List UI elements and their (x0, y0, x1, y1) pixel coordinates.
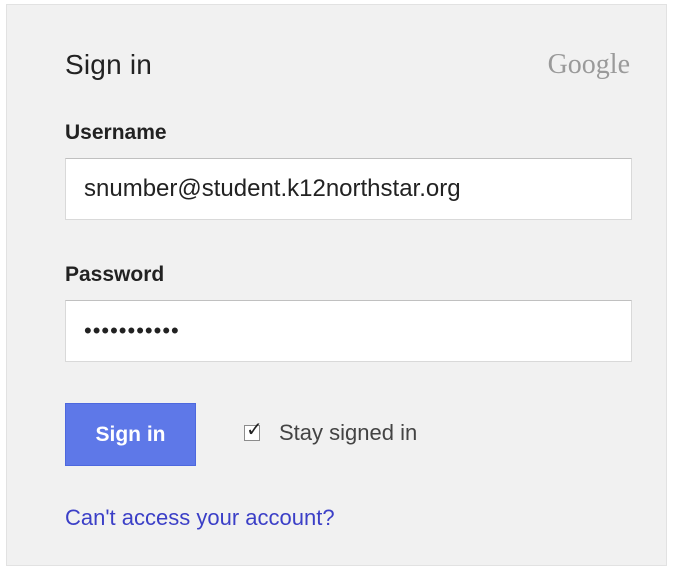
stay-signed-in[interactable]: ✓ Stay signed in (244, 419, 418, 446)
checkmark-icon: ✓ (246, 417, 263, 441)
stay-signed-in-label: Stay signed in (279, 420, 418, 445)
username-field[interactable] (65, 158, 632, 220)
page: Sign in Google Username Password Sign in… (0, 0, 673, 571)
sign-in-button[interactable]: Sign in (65, 403, 196, 466)
password-field[interactable] (65, 300, 632, 362)
cant-access-account-link[interactable]: Can't access your account? (65, 505, 335, 531)
username-label: Username (65, 121, 167, 144)
stay-signed-in-checkbox[interactable]: ✓ (244, 419, 263, 441)
page-title: Sign in (65, 49, 153, 80)
password-label: Password (65, 263, 165, 286)
signin-card: Sign in Google Username Password Sign in… (6, 4, 667, 566)
google-logo: Google (547, 49, 630, 80)
